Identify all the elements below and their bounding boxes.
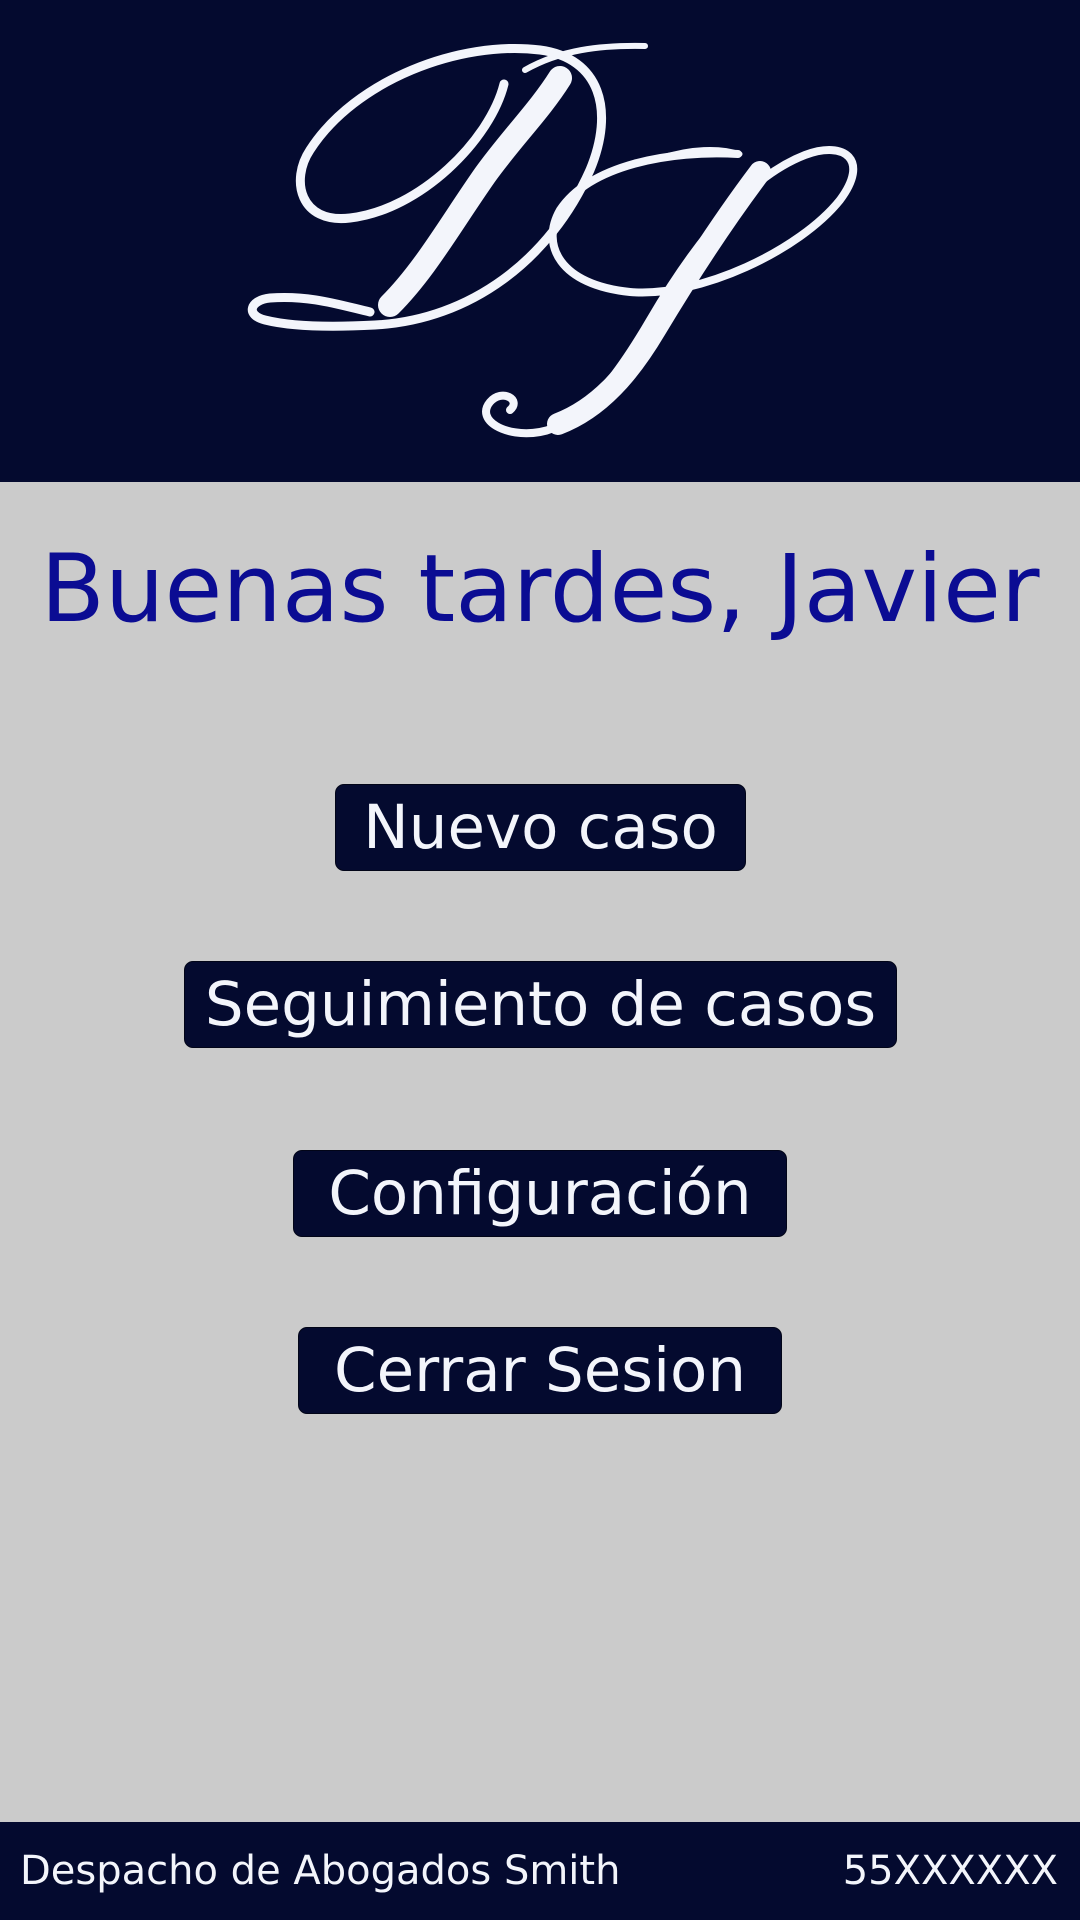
footer-bar: Despacho de Abogados Smith 55XXXXXX (0, 1822, 1080, 1920)
dp-monogram-logo-icon (248, 42, 858, 438)
company-name: Despacho de Abogados Smith (20, 1848, 621, 1894)
greeting-text: Buenas tardes, Javier (40, 535, 1040, 644)
logout-button[interactable]: Cerrar Sesion (298, 1327, 782, 1414)
header-banner (0, 0, 1080, 482)
home-screen: Buenas tardes, Javier Nuevo caso Seguimi… (0, 0, 1080, 1920)
phone-number: 55XXXXXX (842, 1848, 1058, 1894)
new-case-button[interactable]: Nuevo caso (335, 784, 746, 871)
case-tracking-button[interactable]: Seguimiento de casos (184, 961, 897, 1048)
settings-button[interactable]: Configuración (293, 1150, 787, 1237)
